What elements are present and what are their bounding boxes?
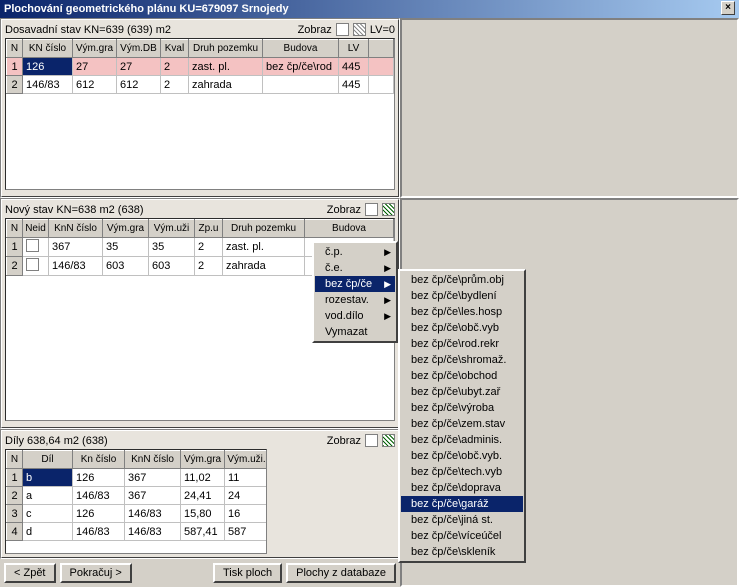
col-header[interactable]: N bbox=[7, 451, 23, 469]
col-header[interactable]: Druh pozemku bbox=[223, 220, 305, 238]
titlebar: Plochování geometrického plánu KU=679097… bbox=[0, 0, 739, 18]
col-header[interactable]: Vým.uži bbox=[149, 220, 195, 238]
col-header[interactable] bbox=[369, 40, 394, 58]
pokracuj-button[interactable]: Pokračuj > bbox=[60, 563, 132, 583]
lv-label: LV=0 bbox=[370, 24, 395, 36]
table-row[interactable]: 2a146/8336724,4124 bbox=[7, 487, 268, 505]
menu-item[interactable]: Vymazat bbox=[315, 324, 395, 340]
hatch-icon-1[interactable] bbox=[353, 23, 366, 36]
col-header[interactable]: Kval bbox=[161, 40, 189, 58]
col-header[interactable]: Druh pozemku bbox=[189, 40, 263, 58]
menu-item[interactable]: rozestav.▶ bbox=[315, 292, 395, 308]
col-header[interactable]: N bbox=[7, 220, 23, 238]
table-row[interactable]: 2146/836126122zahrada445 bbox=[7, 76, 394, 94]
menu-item[interactable]: bez čp/če\tech.vyb bbox=[401, 464, 523, 480]
menu-item[interactable]: bez čp/če\skleník bbox=[401, 544, 523, 560]
col-header[interactable]: Zp.u bbox=[195, 220, 223, 238]
col-header[interactable]: Vým.gra bbox=[73, 40, 117, 58]
col-header[interactable]: N bbox=[7, 40, 23, 58]
menu-item[interactable]: bez čp/če▶ bbox=[315, 276, 395, 292]
zobraz-label-2: Zobraz bbox=[327, 204, 361, 216]
context-menu-budova[interactable]: č.p.▶č.e.▶bez čp/če▶rozestav.▶vod.dílo▶V… bbox=[312, 241, 398, 343]
context-submenu-bezcpce[interactable]: bez čp/če\prům.objbez čp/če\bydleníbez č… bbox=[398, 269, 526, 563]
zpet-button[interactable]: < Zpět bbox=[4, 563, 56, 583]
menu-item[interactable]: bez čp/če\prům.obj bbox=[401, 272, 523, 288]
close-button[interactable]: × bbox=[721, 1, 735, 15]
button-bar: < Zpět Pokračuj > Tisk ploch Plochy z da… bbox=[0, 559, 400, 587]
menu-item[interactable]: bez čp/če\rod.rekr bbox=[401, 336, 523, 352]
neid-checkbox[interactable] bbox=[26, 258, 39, 271]
zobraz-label-3: Zobraz bbox=[327, 435, 361, 447]
table-row[interactable]: 1b12636711,0211 bbox=[7, 469, 268, 487]
col-header[interactable]: Neid bbox=[23, 220, 49, 238]
hatch-icon-3[interactable] bbox=[382, 434, 395, 447]
menu-item[interactable]: vod.dílo▶ bbox=[315, 308, 395, 324]
table-row[interactable]: 112627272zast. pl.bez čp/če\rod445 bbox=[7, 58, 394, 76]
menu-item[interactable]: bez čp/če\adminis. bbox=[401, 432, 523, 448]
menu-item[interactable]: bez čp/če\obč.vyb. bbox=[401, 448, 523, 464]
table-dily: NDílKn čísloKnN čísloVým.graVým.uži. 1b1… bbox=[6, 450, 267, 541]
col-header[interactable]: Budova bbox=[305, 220, 394, 238]
col-header[interactable]: KN číslo bbox=[23, 40, 73, 58]
menu-item[interactable]: bez čp/če\jiná st. bbox=[401, 512, 523, 528]
right-pane-1 bbox=[400, 18, 739, 198]
hatch-icon-2[interactable] bbox=[382, 203, 395, 216]
col-header[interactable]: KnN číslo bbox=[49, 220, 103, 238]
menu-item[interactable]: bez čp/če\shromaž. bbox=[401, 352, 523, 368]
plochy-button[interactable]: Plochy z databaze bbox=[286, 563, 396, 583]
table-row[interactable]: 4d146/83146/83587,41587 bbox=[7, 523, 268, 541]
menu-item[interactable]: č.e.▶ bbox=[315, 260, 395, 276]
menu-item[interactable]: bez čp/če\obchod bbox=[401, 368, 523, 384]
menu-item[interactable]: bez čp/če\garáž bbox=[401, 496, 523, 512]
col-header[interactable]: Budova bbox=[263, 40, 339, 58]
zobraz-check-1[interactable] bbox=[336, 23, 349, 36]
menu-item[interactable]: bez čp/če\bydlení bbox=[401, 288, 523, 304]
col-header[interactable]: Vým.DB bbox=[117, 40, 161, 58]
neid-checkbox[interactable] bbox=[26, 239, 39, 252]
section2-label: Nový stav KN=638 m2 (638) bbox=[5, 204, 323, 216]
section1-label: Dosavadní stav KN=639 (639) m2 bbox=[5, 24, 294, 36]
menu-item[interactable]: bez čp/če\doprava bbox=[401, 480, 523, 496]
zobraz-label-1: Zobraz bbox=[298, 24, 332, 36]
window-title: Plochování geometrického plánu KU=679097… bbox=[4, 0, 289, 18]
menu-item[interactable]: bez čp/če\zem.stav bbox=[401, 416, 523, 432]
table-row[interactable]: 3c126146/8315,8016 bbox=[7, 505, 268, 523]
menu-item[interactable]: bez čp/če\výroba bbox=[401, 400, 523, 416]
menu-item[interactable]: bez čp/če\obč.vyb bbox=[401, 320, 523, 336]
col-header[interactable]: LV bbox=[339, 40, 369, 58]
col-header[interactable]: Díl bbox=[23, 451, 73, 469]
table-dosavadni: NKN čísloVým.graVým.DBKvalDruh pozemkuBu… bbox=[6, 39, 394, 94]
tisk-button[interactable]: Tisk ploch bbox=[213, 563, 282, 583]
menu-item[interactable]: bez čp/če\les.hosp bbox=[401, 304, 523, 320]
menu-item[interactable]: bez čp/če\ubyt.zař bbox=[401, 384, 523, 400]
menu-item[interactable]: bez čp/če\víceúčel bbox=[401, 528, 523, 544]
zobraz-check-3[interactable] bbox=[365, 434, 378, 447]
col-header[interactable]: KnN číslo bbox=[125, 451, 181, 469]
col-header[interactable]: Vým.uži. bbox=[225, 451, 268, 469]
col-header[interactable]: Vým.gra bbox=[181, 451, 225, 469]
col-header[interactable]: Vým.gra bbox=[103, 220, 149, 238]
section3-label: Díly 638,64 m2 (638) bbox=[5, 435, 323, 447]
zobraz-check-2[interactable] bbox=[365, 203, 378, 216]
col-header[interactable]: Kn číslo bbox=[73, 451, 125, 469]
menu-item[interactable]: č.p.▶ bbox=[315, 244, 395, 260]
